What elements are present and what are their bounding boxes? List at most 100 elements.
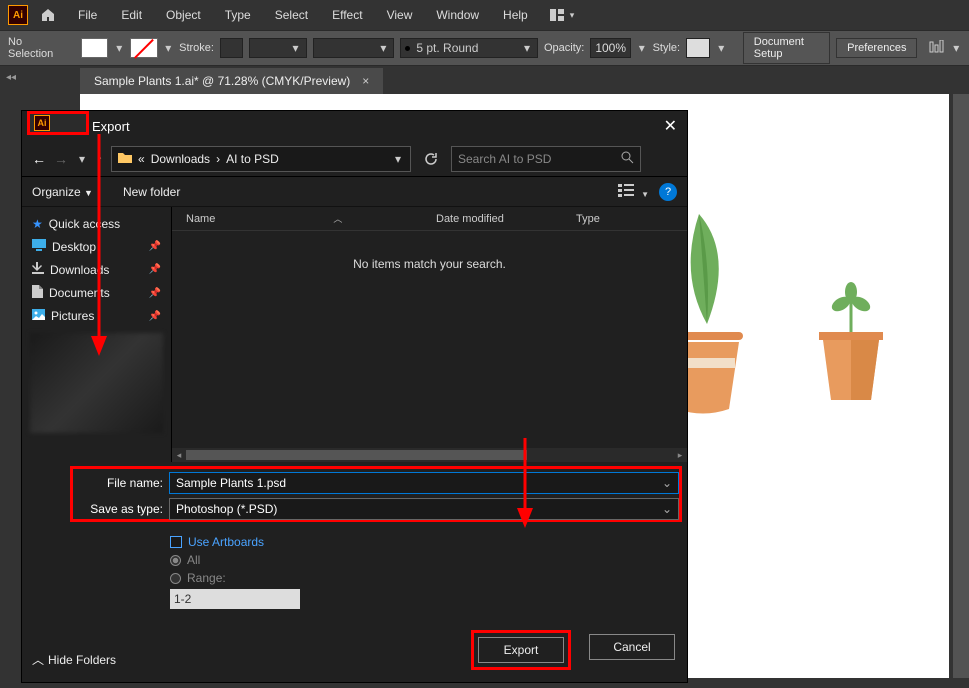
sidebar-quick-access[interactable]: ★ Quick access — [22, 213, 171, 235]
brush-definition[interactable]: ▾ — [313, 38, 395, 58]
preferences-button[interactable]: Preferences — [836, 38, 917, 58]
breadcrumb-item[interactable]: Downloads — [151, 152, 210, 166]
sidebar-downloads[interactable]: Downloads📌 — [22, 258, 171, 281]
breadcrumb-item[interactable]: AI to PSD — [226, 152, 279, 166]
all-radio[interactable] — [170, 555, 181, 566]
menu-edit[interactable]: Edit — [111, 4, 152, 26]
refresh-button[interactable] — [419, 147, 443, 171]
column-name[interactable]: Name ︿ — [186, 212, 436, 225]
hide-folders-button[interactable]: ︿ Hide Folders — [32, 651, 116, 668]
file-name-input[interactable]: Sample Plants 1.psd ⌄ — [169, 472, 679, 494]
pin-icon: 📌 — [149, 288, 161, 299]
menu-file[interactable]: File — [68, 4, 107, 26]
app-logo: Ai — [8, 5, 28, 25]
stroke-weight-input[interactable] — [220, 38, 243, 58]
horizontal-scrollbar[interactable]: ◂ ▸ — [172, 448, 687, 462]
brush-name: 5 pt. Round — [416, 41, 478, 55]
use-artboards-checkbox[interactable] — [170, 536, 182, 548]
home-icon[interactable] — [38, 5, 58, 25]
download-icon — [32, 262, 44, 277]
history-dropdown[interactable]: ▾ — [76, 152, 88, 166]
opacity-input[interactable]: 100% — [590, 38, 631, 58]
chevron-down-icon[interactable]: ▾ — [114, 41, 124, 55]
menu-view[interactable]: View — [377, 4, 423, 26]
export-button[interactable]: Export — [478, 637, 564, 663]
menu-effect[interactable]: Effect — [322, 4, 372, 26]
save-type-select[interactable]: Photoshop (*.PSD) ⌄ — [169, 498, 679, 520]
help-icon[interactable]: ? — [659, 183, 677, 201]
pin-icon: 📌 — [149, 241, 161, 252]
menu-type[interactable]: Type — [215, 4, 261, 26]
dialog-sidebar: ★ Quick access Desktop📌 Downloads📌 Do — [22, 207, 172, 462]
cancel-button[interactable]: Cancel — [589, 634, 675, 660]
search-icon — [621, 151, 634, 167]
fill-swatch[interactable] — [81, 38, 109, 58]
chevron-down-icon[interactable]: ⌄ — [662, 502, 672, 516]
export-options: Use Artboards All Range: 1-2 — [170, 531, 300, 609]
search-input[interactable]: Search AI to PSD — [451, 146, 641, 172]
chevron-down-icon[interactable]: ⌄ — [662, 476, 672, 490]
dialog-ai-badge: Ai — [27, 111, 89, 135]
document-tab-bar: Sample Plants 1.ai* @ 71.28% (CMYK/Previ… — [0, 66, 969, 94]
chevron-up-icon: ︿ — [32, 651, 44, 668]
panel-collapse-icon[interactable]: ◂◂ — [6, 72, 16, 83]
dialog-titlebar: Export ✕ — [22, 111, 687, 141]
sort-indicator-icon: ︿ — [333, 212, 342, 225]
dialog-toolbar: Organize ▼ New folder ▼ ? — [22, 177, 687, 207]
menu-object[interactable]: Object — [156, 4, 211, 26]
document-setup-button[interactable]: Document Setup — [743, 32, 830, 64]
align-icon[interactable] — [929, 40, 945, 57]
vertical-scrollbar[interactable] — [953, 94, 969, 678]
pin-icon: 📌 — [149, 264, 161, 275]
dialog-title: Export — [92, 119, 130, 134]
use-artboards-label: Use Artboards — [188, 535, 264, 549]
organize-button[interactable]: Organize ▼ — [32, 185, 93, 199]
scroll-left-icon[interactable]: ◂ — [172, 450, 186, 461]
close-tab-icon[interactable]: × — [362, 74, 369, 88]
column-headers: Name ︿ Date modified Type — [172, 207, 687, 231]
all-label: All — [187, 553, 200, 567]
breadcrumb-chevron-icon: › — [216, 152, 220, 166]
new-folder-button[interactable]: New folder — [123, 185, 180, 199]
chevron-down-icon[interactable]: ▾ — [392, 152, 404, 166]
breadcrumb-sep: « — [138, 152, 145, 166]
menu-window[interactable]: Window — [426, 4, 489, 26]
workspace-switcher[interactable]: ▾ — [550, 9, 575, 21]
range-radio[interactable] — [170, 573, 181, 584]
plant-illustration-2 — [811, 282, 891, 412]
sidebar-documents[interactable]: Documents📌 — [22, 281, 171, 305]
breadcrumb-path[interactable]: « Downloads › AI to PSD ▾ — [111, 146, 411, 172]
sidebar-pictures[interactable]: Pictures📌 — [22, 305, 171, 327]
pin-icon: 📌 — [149, 311, 161, 322]
brush-preset[interactable]: 5 pt. Round ▾ — [400, 38, 538, 58]
document-tab[interactable]: Sample Plants 1.ai* @ 71.28% (CMYK/Previ… — [80, 68, 383, 94]
opacity-label: Opacity: — [544, 42, 584, 54]
view-options-icon[interactable]: ▼ — [618, 183, 649, 200]
style-label: Style: — [653, 42, 681, 54]
export-dialog: Export ✕ ← → ▾ ↑ « Downloads › AI to PSD… — [21, 110, 688, 683]
forward-button: → — [54, 151, 68, 167]
menu-select[interactable]: Select — [265, 4, 318, 26]
document-icon — [32, 285, 43, 301]
document-tab-title: Sample Plants 1.ai* @ 71.28% (CMYK/Previ… — [94, 74, 350, 88]
chevron-down-icon[interactable]: ▾ — [164, 41, 174, 55]
stroke-swatch[interactable] — [130, 38, 158, 58]
dot-icon — [405, 46, 410, 51]
close-icon[interactable]: ✕ — [664, 116, 677, 136]
sidebar-desktop[interactable]: Desktop📌 — [22, 235, 171, 258]
back-button[interactable]: ← — [32, 151, 46, 167]
column-date[interactable]: Date modified — [436, 213, 576, 225]
desktop-icon — [32, 239, 46, 254]
selection-status: No Selection — [8, 36, 58, 60]
up-button[interactable]: ↑ — [96, 151, 103, 167]
range-input[interactable]: 1-2 — [170, 589, 300, 609]
file-name-label: File name: — [73, 476, 163, 490]
control-bar: No Selection ▾ ▾ Stroke: ▾ ▾ 5 pt. Round… — [0, 30, 969, 66]
menu-help[interactable]: Help — [493, 4, 538, 26]
column-type[interactable]: Type — [576, 213, 656, 225]
search-placeholder: Search AI to PSD — [458, 152, 551, 166]
scroll-right-icon[interactable]: ▸ — [673, 450, 687, 461]
graphic-style[interactable] — [686, 38, 710, 58]
pictures-icon — [32, 309, 45, 323]
variable-width-profile[interactable]: ▾ — [249, 38, 307, 58]
